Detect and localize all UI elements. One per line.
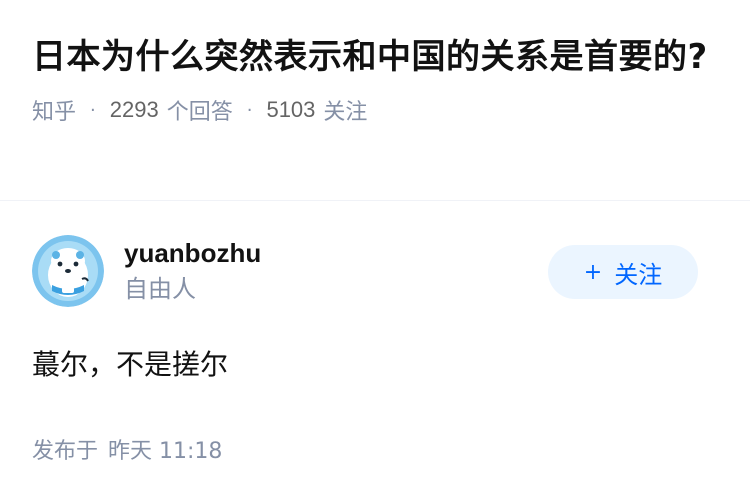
follower-count: 5103 <box>266 97 316 122</box>
answer-count-label[interactable]: 个回答 <box>167 94 233 126</box>
meta-separator: · <box>90 99 96 121</box>
plus-icon: + <box>583 259 603 285</box>
question-title[interactable]: 日本为什么突然表示和中国的关系是首要的? <box>32 30 718 84</box>
author-row: yuanbozhu 自由人 + 关注 <box>32 235 718 307</box>
answer-card: yuanbozhu 自由人 + 关注 蕞尔，不是搓尔 发布于 昨天 11:18 <box>0 201 750 465</box>
answer-timestamp: 发布于 昨天 11:18 <box>32 433 718 465</box>
follow-button-label: 关注 <box>614 260 663 289</box>
follow-button[interactable]: + 关注 <box>548 245 698 299</box>
question-header: 日本为什么突然表示和中国的关系是首要的? 知乎 · 2293 个回答 · 510… <box>0 0 750 201</box>
question-meta: 知乎 · 2293 个回答 · 5103 关注 <box>32 94 718 126</box>
published-prefix: 发布于 <box>32 439 99 464</box>
author-name[interactable]: yuanbozhu <box>124 236 261 270</box>
author-info: yuanbozhu 自由人 <box>124 236 261 306</box>
mascot-avatar-icon <box>32 235 104 307</box>
answer-content[interactable]: 蕞尔，不是搓尔 <box>32 343 718 387</box>
meta-separator: · <box>246 99 253 121</box>
answer-count: 2293 <box>109 97 159 122</box>
avatar[interactable] <box>32 235 104 307</box>
author-bio: 自由人 <box>124 275 196 303</box>
source-label[interactable]: 知乎 <box>32 94 76 126</box>
follower-count-label: 关注 <box>323 100 368 125</box>
published-time: 昨天 11:18 <box>108 439 223 464</box>
